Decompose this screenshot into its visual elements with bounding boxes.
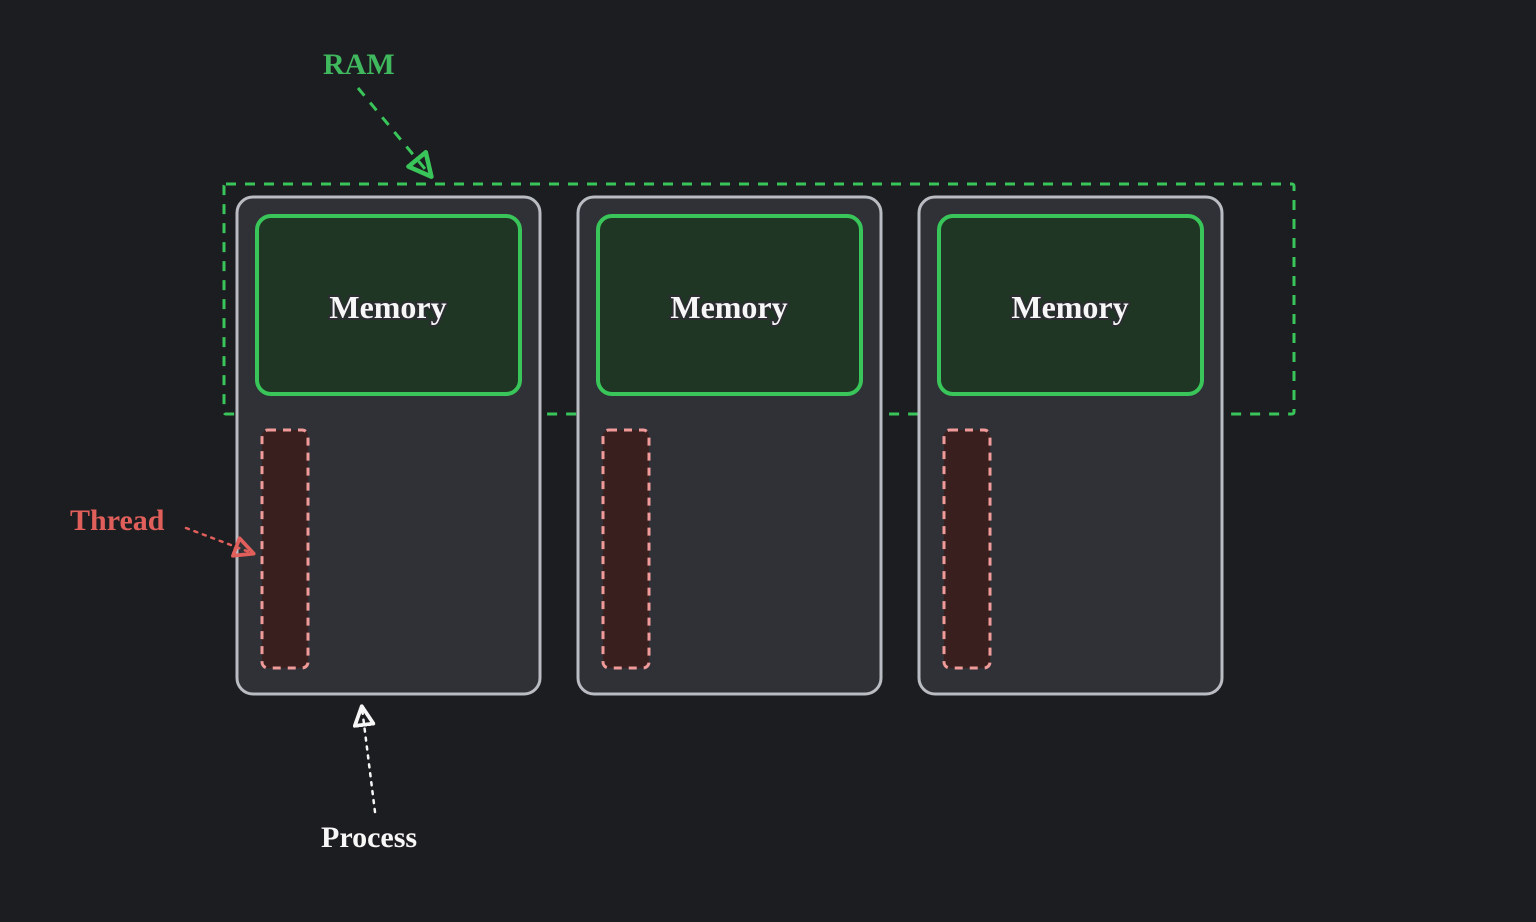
diagram: Memory Memory Memory RAM Thread Process — [0, 0, 1536, 922]
memory-label: Memory — [329, 289, 446, 325]
thread-box — [603, 430, 649, 668]
process-arrow — [362, 708, 375, 812]
thread-box — [262, 430, 308, 668]
memory-label: Memory — [1011, 289, 1128, 325]
ram-arrow — [358, 88, 430, 175]
ram-label: RAM — [323, 48, 395, 81]
process-box: Memory — [237, 197, 540, 694]
process-box: Memory — [919, 197, 1222, 694]
process-label: Process — [321, 821, 417, 854]
memory-label: Memory — [670, 289, 787, 325]
thread-box — [944, 430, 990, 668]
thread-label: Thread — [70, 504, 165, 537]
process-box: Memory — [578, 197, 881, 694]
